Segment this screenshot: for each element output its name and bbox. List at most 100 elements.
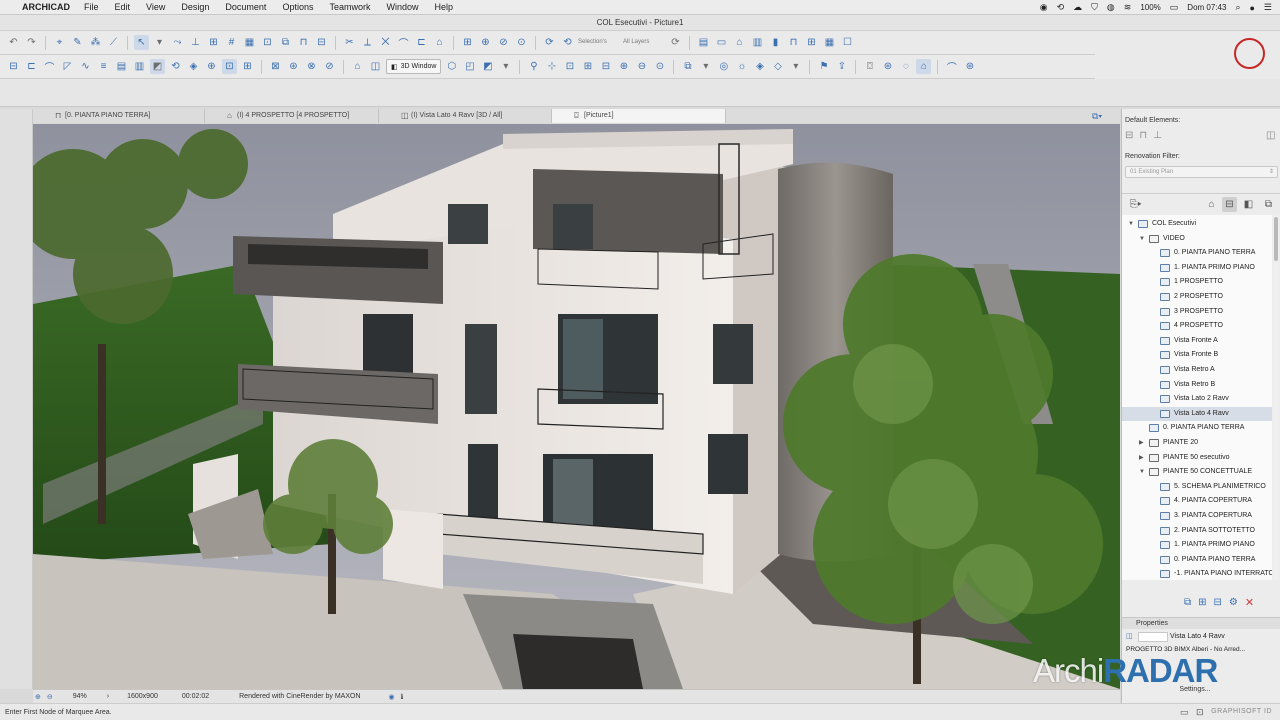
hatch-icon[interactable]: ▤	[114, 59, 129, 74]
camera-icon[interactable]: ⌼	[862, 59, 877, 74]
favorites-icon[interactable]: ◫	[1266, 130, 1275, 141]
slab-icon[interactable]: ▭	[714, 35, 729, 50]
surface-icon[interactable]: ◇	[770, 59, 785, 74]
view-id-field[interactable]	[1138, 632, 1168, 642]
zoom-level[interactable]: 94%	[73, 693, 87, 700]
trim-icon[interactable]: ⌂	[432, 35, 447, 50]
explode-icon[interactable]: ⊗	[304, 59, 319, 74]
measure-icon[interactable]: ⊹	[544, 59, 559, 74]
render-settings-icon[interactable]: ⌂	[916, 59, 932, 74]
view-map-icon[interactable]: ⊟	[1222, 197, 1237, 212]
materials-icon[interactable]: ◈	[752, 59, 767, 74]
tree-item[interactable]: Vista Lato 4 Ravv	[1122, 406, 1272, 421]
tree-item[interactable]: 0. PIANTA PIANO TERRA	[1122, 246, 1272, 260]
elevation-icon[interactable]: ⊕	[478, 35, 493, 50]
graphisoft-id[interactable]: GRAPHISOFT ID	[1211, 708, 1272, 715]
spline-icon[interactable]: ∿	[78, 59, 93, 74]
tree-item[interactable]: 0. PIANTA PIANO TERRA	[1122, 421, 1272, 435]
tree-item[interactable]: -1. PIANTA PIANO INTERRATO	[1122, 567, 1272, 580]
object-icon[interactable]: ☐	[840, 35, 855, 50]
wifi-icon[interactable]: ≋	[1124, 2, 1132, 13]
3d-box-icon[interactable]: ⬡	[444, 59, 459, 74]
undo-icon[interactable]: ↶	[6, 35, 21, 50]
properties-view-name[interactable]: Vista Lato 4 Ravv	[1170, 631, 1225, 643]
3d-explore-icon[interactable]: ⟲	[560, 35, 575, 50]
tab-overflow-icon[interactable]: ⧉▾	[1092, 109, 1120, 123]
resize-icon[interactable]: ⊞	[240, 59, 255, 74]
worksheet-icon[interactable]: ⊙	[514, 35, 529, 50]
record-status-icon[interactable]: ◉	[1040, 2, 1048, 13]
sun-study-icon[interactable]: ◌	[898, 59, 913, 74]
filter-icon[interactable]: ⊟	[598, 59, 613, 74]
menu-window[interactable]: Window	[386, 2, 418, 12]
battery-icon[interactable]: ▭	[1170, 2, 1179, 13]
house-icon[interactable]: ⌂	[350, 59, 365, 74]
suspend-groups-icon[interactable]: ⊡	[260, 35, 275, 50]
tree-item[interactable]: ▶ PIANTE 20	[1122, 436, 1272, 450]
refresh-icon[interactable]: ⟳	[668, 35, 683, 50]
zoom-in-icon[interactable]: ⊕	[616, 59, 631, 74]
arrow-select-icon[interactable]: ↖	[134, 35, 149, 50]
3d-window-button[interactable]: ◧ 3D Window	[386, 59, 442, 74]
menu-teamwork[interactable]: Teamwork	[329, 2, 370, 12]
tree-item[interactable]: Vista Lato 2 Ravv	[1122, 392, 1272, 406]
tree-item[interactable]: Vista Fronte A	[1122, 334, 1272, 348]
user-icon[interactable]: ●	[1249, 3, 1254, 13]
grid-snap-icon[interactable]: #	[224, 35, 239, 50]
pattern-icon[interactable]: ▥	[132, 59, 147, 74]
tree-item[interactable]: Vista Fronte B	[1122, 348, 1272, 362]
tree-item[interactable]: ▼ VIDEO	[1122, 232, 1272, 246]
walk-icon[interactable]: ⚲	[526, 59, 541, 74]
delete-icon[interactable]: ✕	[1245, 596, 1254, 609]
layers-label[interactable]: All Layers	[623, 39, 665, 46]
tab-picture[interactable]: ⌼ [Picture1]	[552, 109, 726, 123]
view-settings-icon[interactable]: ⚙	[1229, 597, 1238, 608]
chevron-right-icon[interactable]: ▶	[1139, 451, 1144, 465]
rotate-icon[interactable]: ⟲	[168, 59, 183, 74]
dropdown-icon[interactable]: ▾	[698, 59, 713, 74]
fit-icon[interactable]: ⊙	[652, 59, 667, 74]
stair-icon[interactable]: ▥	[750, 35, 765, 50]
battery-percent[interactable]: 100%	[1140, 3, 1160, 12]
clock[interactable]: Dom 07:43	[1187, 3, 1226, 12]
project-map-icon[interactable]: ⌂	[1204, 197, 1219, 212]
grid-icon[interactable]: ▦	[242, 35, 257, 50]
tree-scrollbar[interactable]	[1273, 215, 1279, 580]
padlock-icon[interactable]: ⊓	[296, 35, 311, 50]
offset-icon[interactable]: ⊏	[414, 35, 429, 50]
cut-plane-icon[interactable]: ⊞	[580, 59, 595, 74]
bimx-icon[interactable]: ⌒	[944, 59, 959, 74]
wall-icon[interactable]: ▤	[696, 35, 711, 50]
photo-render-icon[interactable]: ⊛	[880, 59, 895, 74]
tree-item[interactable]: 3 PROSPETTO	[1122, 305, 1272, 319]
render-icon[interactable]: ◎	[716, 59, 731, 74]
publish-icon[interactable]: ⇪	[834, 59, 849, 74]
stretch-icon[interactable]: ⊡	[222, 59, 237, 74]
zoom-in-icon[interactable]: ⊕	[35, 693, 41, 701]
layer-combo-icon[interactable]: ⧉	[680, 59, 695, 74]
snap-icon[interactable]: ⤳	[170, 35, 185, 50]
drag-icon[interactable]: ⊛	[286, 59, 301, 74]
renovation-filter-select[interactable]: 01 Existing Plan ⇕	[1125, 166, 1278, 178]
menu-options[interactable]: Options	[282, 2, 313, 12]
tree-item[interactable]: 1. PIANTA PRIMO PIANO	[1122, 261, 1272, 275]
3d-style-icon[interactable]: ◩	[480, 59, 495, 74]
tab-floor-plan[interactable]: ⊓ [0. PIANTA PIANO TERRA]	[33, 109, 205, 123]
app-menu[interactable]: ARCHICAD	[22, 2, 70, 12]
stair-default-icon[interactable]: ⊥	[1153, 130, 1162, 141]
detail-icon[interactable]: ⊘	[496, 35, 511, 50]
save-view-icon[interactable]: ⊟	[1214, 597, 1222, 608]
polyline-icon[interactable]: ◸	[60, 59, 75, 74]
chevron-down-icon[interactable]: ▼	[1139, 465, 1145, 479]
tree-item[interactable]: 2 PROSPETTO	[1122, 290, 1272, 304]
tree-item[interactable]: 2. PIANTA SOTTOTETTO	[1122, 524, 1272, 538]
door-icon[interactable]: ⊓	[786, 35, 801, 50]
tree-item[interactable]: Vista Retro A	[1122, 363, 1272, 377]
tree-item[interactable]: 1. PIANTA PRIMO PIANO	[1122, 538, 1272, 552]
section-icon[interactable]: ⊞	[460, 35, 475, 50]
group-icon[interactable]: ⊟	[314, 35, 329, 50]
offset-all-icon[interactable]: ⊘	[322, 59, 337, 74]
inject-icon[interactable]: ✎	[70, 35, 85, 50]
tree-item[interactable]: 5. SCHEMA PLANIMETRICO	[1122, 480, 1272, 494]
wall-default-icon[interactable]: ⊟	[1125, 130, 1133, 141]
